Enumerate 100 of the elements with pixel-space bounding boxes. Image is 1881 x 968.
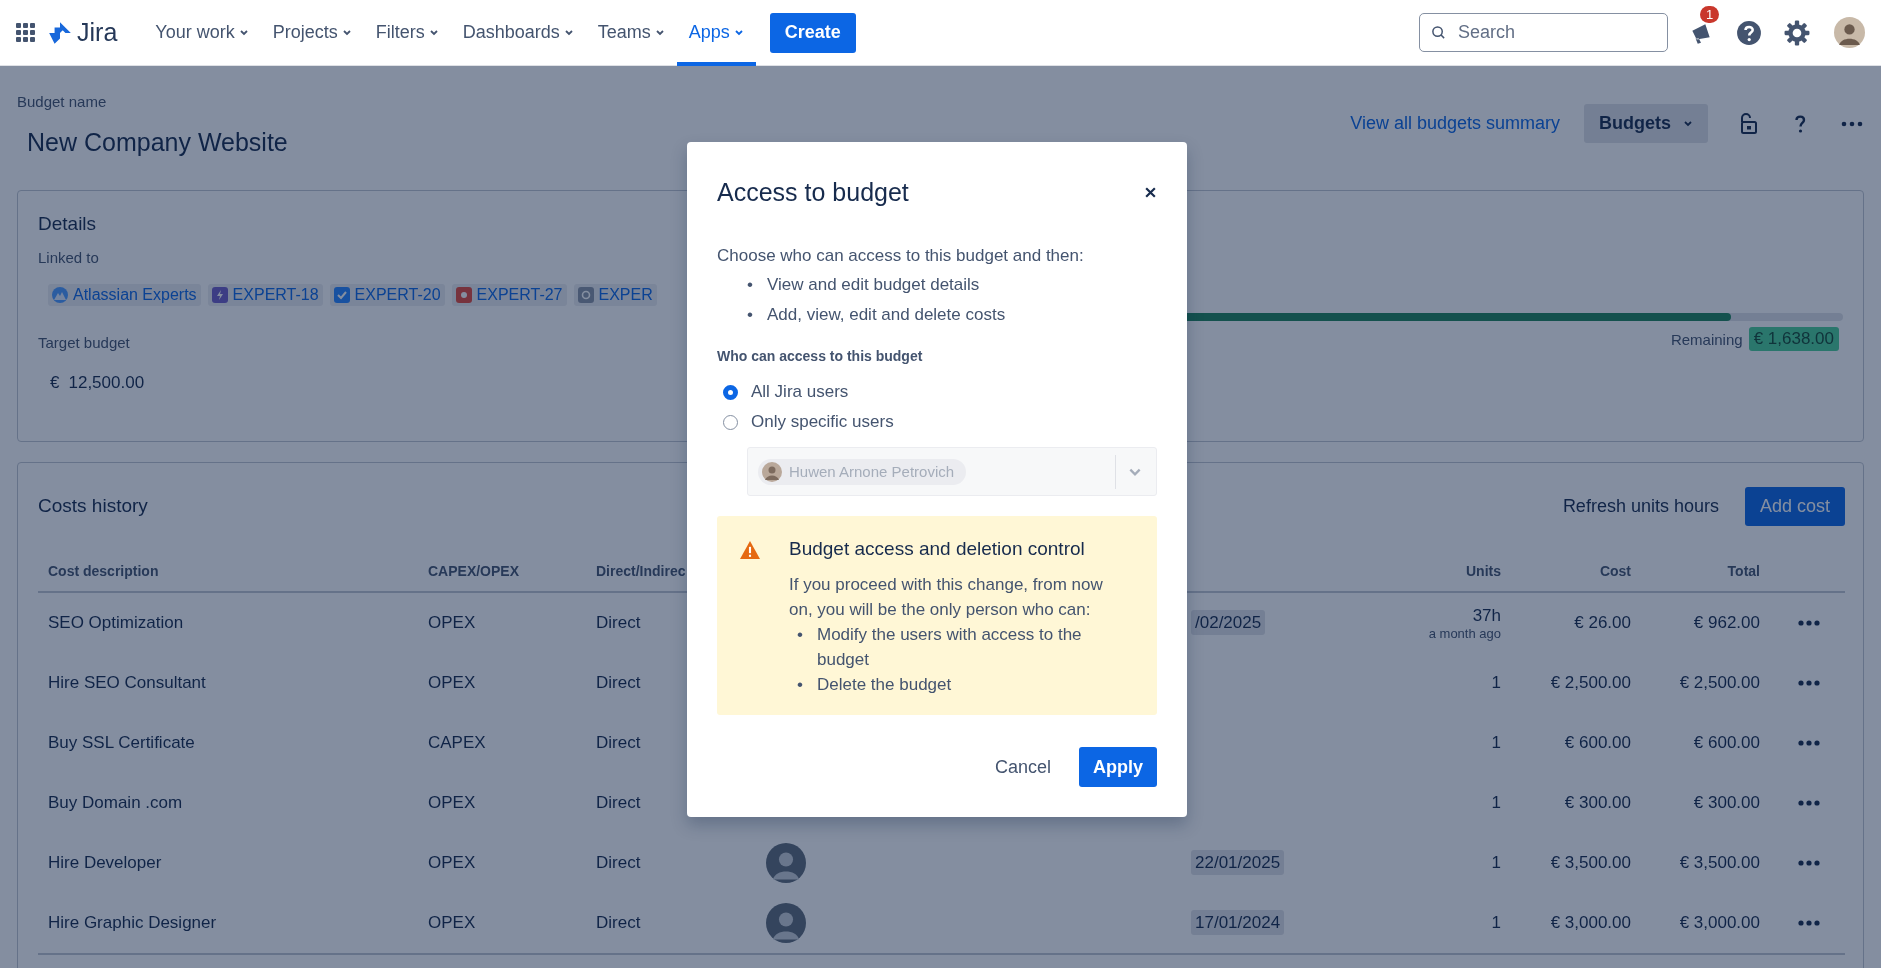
more-icon[interactable] [1796,739,1821,747]
dialog-title: Access to budget [717,178,909,207]
product-name[interactable]: Jira [77,18,118,47]
nav-item[interactable]: Projects [260,0,364,66]
chevron-down-icon [563,29,574,36]
table-cell-text: € 2,500.00 [1549,673,1631,693]
more-icon[interactable] [1796,619,1821,627]
budget-title: New Company Website [27,128,288,157]
table-cell: 1 [1491,853,1501,873]
table-cell-text: SEO Optimization [48,613,185,633]
more-icon[interactable] [1796,679,1821,687]
checkmark-icon [333,287,350,303]
currency-symbol: € [50,373,60,393]
table-cell-text: € 3,000.00 [1549,913,1631,933]
dialog-intro: Choose who can access to this budget and then: [717,246,1085,266]
budgets-dropdown[interactable]: Budgets [1584,104,1708,143]
nav-item[interactable]: Apps [676,0,756,66]
chevron-down-icon [1128,466,1142,477]
add-cost-button[interactable]: Add cost [1744,486,1845,526]
column-header: Cost [1598,563,1631,579]
table-cell-text: Direct [596,853,642,873]
costs-history-heading: Costs history [38,495,148,517]
radio-button[interactable] [723,384,738,400]
table-cell-text: Buy Domain .com [48,793,184,813]
table-cell-text: € 3,500.00 [1678,853,1760,873]
help-icon[interactable] [1736,19,1762,46]
table-cell-text: OPEX [428,793,477,813]
bullet-marker: • [747,304,754,326]
remaining-label: Remaining [1670,330,1743,348]
radio-label[interactable]: Only specific users [751,412,894,432]
table-cell-text: OPEX [428,613,477,633]
chevron-down-icon [341,29,352,36]
nav-item[interactable]: Your work [143,0,261,66]
date-tag: 22/01/2025 [1191,850,1285,875]
permission-item: View and edit budget details [767,274,980,296]
app-switcher-icon[interactable] [16,23,35,42]
warning-icon [739,540,761,560]
table-cell: 1 [1491,673,1501,693]
target-budget-value: 12,500.00 [68,373,145,393]
create-button[interactable]: Create [769,12,856,53]
table-cell-text: Direct [596,793,642,813]
more-icon[interactable] [1796,919,1821,927]
table-cell-text: OPEX [428,673,477,693]
permission-item: Add, view, edit and delete costs [767,304,1006,326]
nav-item[interactable]: Dashboards [450,0,586,66]
nav-item[interactable]: Teams [585,0,677,66]
table-cell-text: Direct [596,913,642,933]
table-cell-text: Direct [596,613,642,633]
cancel-button[interactable]: Cancel [980,747,1065,787]
table-cell-text: Direct [596,733,642,753]
bullet-marker: • [797,674,804,696]
settings-icon[interactable] [1784,19,1810,46]
bullet-marker: • [747,274,754,296]
refresh-button[interactable]: Refresh units hours [1556,494,1725,518]
chevron-down-icon [1683,120,1693,127]
nav-item[interactable]: Filters [363,0,451,66]
column-header: Direct/Indirec [596,563,687,579]
radio-label[interactable]: All Jira users [751,382,849,402]
lightning-icon [211,287,228,303]
apply-button[interactable]: Apply [1079,747,1157,787]
more-icon[interactable] [1796,859,1821,867]
table-cell-text: € 600.00 [1692,733,1760,753]
table-cell-text: Direct [596,673,642,693]
chevron-down-icon [654,29,665,36]
table-cell-text: € 962.00 [1692,613,1760,633]
table-cell-text: CAPEX [428,733,487,753]
table-cell: 1 [1491,913,1501,933]
table-cell-text: € 600.00 [1563,733,1631,753]
table-cell-text: € 2,500.00 [1678,673,1760,693]
chevron-down-icon [428,29,439,36]
more-icon[interactable] [1796,799,1821,807]
user-avatar[interactable] [1834,17,1865,48]
search-field[interactable]: Search [1419,13,1668,52]
date-tag: /02/2025 [1191,610,1266,635]
table-cell-text: € 3,500.00 [1549,853,1631,873]
summary-link[interactable]: View all budgets summary [1350,113,1560,134]
ring-icon [577,287,594,303]
mountain-icon [52,287,68,303]
restriction-item: Modify the users with access to the budget [817,624,1083,671]
user-avatar [762,461,782,482]
chevron-down-icon [733,29,744,36]
table-cell-text: € 300.00 [1563,793,1631,813]
table-cell-text: € 300.00 [1692,793,1760,813]
column-header: Total [1726,563,1760,579]
target-budget-label: Target budget [38,334,130,351]
warning-title: Budget access and deletion control [789,538,1086,560]
budget-name-label: Budget name [17,93,108,110]
table-cell-text: Hire Graphic Designer [48,913,218,933]
remaining-amount: € 1,638.00 [1748,327,1839,351]
table-cell: 1 [1491,793,1501,813]
warning-text: If you proceed with this change, from now on, you will be the only person who can: [789,574,1104,621]
bullet-marker: • [797,624,804,646]
column-header: Units [1465,563,1501,579]
table-cell-text: € 3,000.00 [1678,913,1760,933]
column-header: Cost description [48,563,160,579]
close-icon [1144,186,1157,199]
table-cell-text: Buy SSL Certificate [48,733,196,753]
table-cell-text: Hire Developer [48,853,163,873]
table-cell: 1 [1491,733,1501,753]
details-heading: Details [38,213,97,235]
